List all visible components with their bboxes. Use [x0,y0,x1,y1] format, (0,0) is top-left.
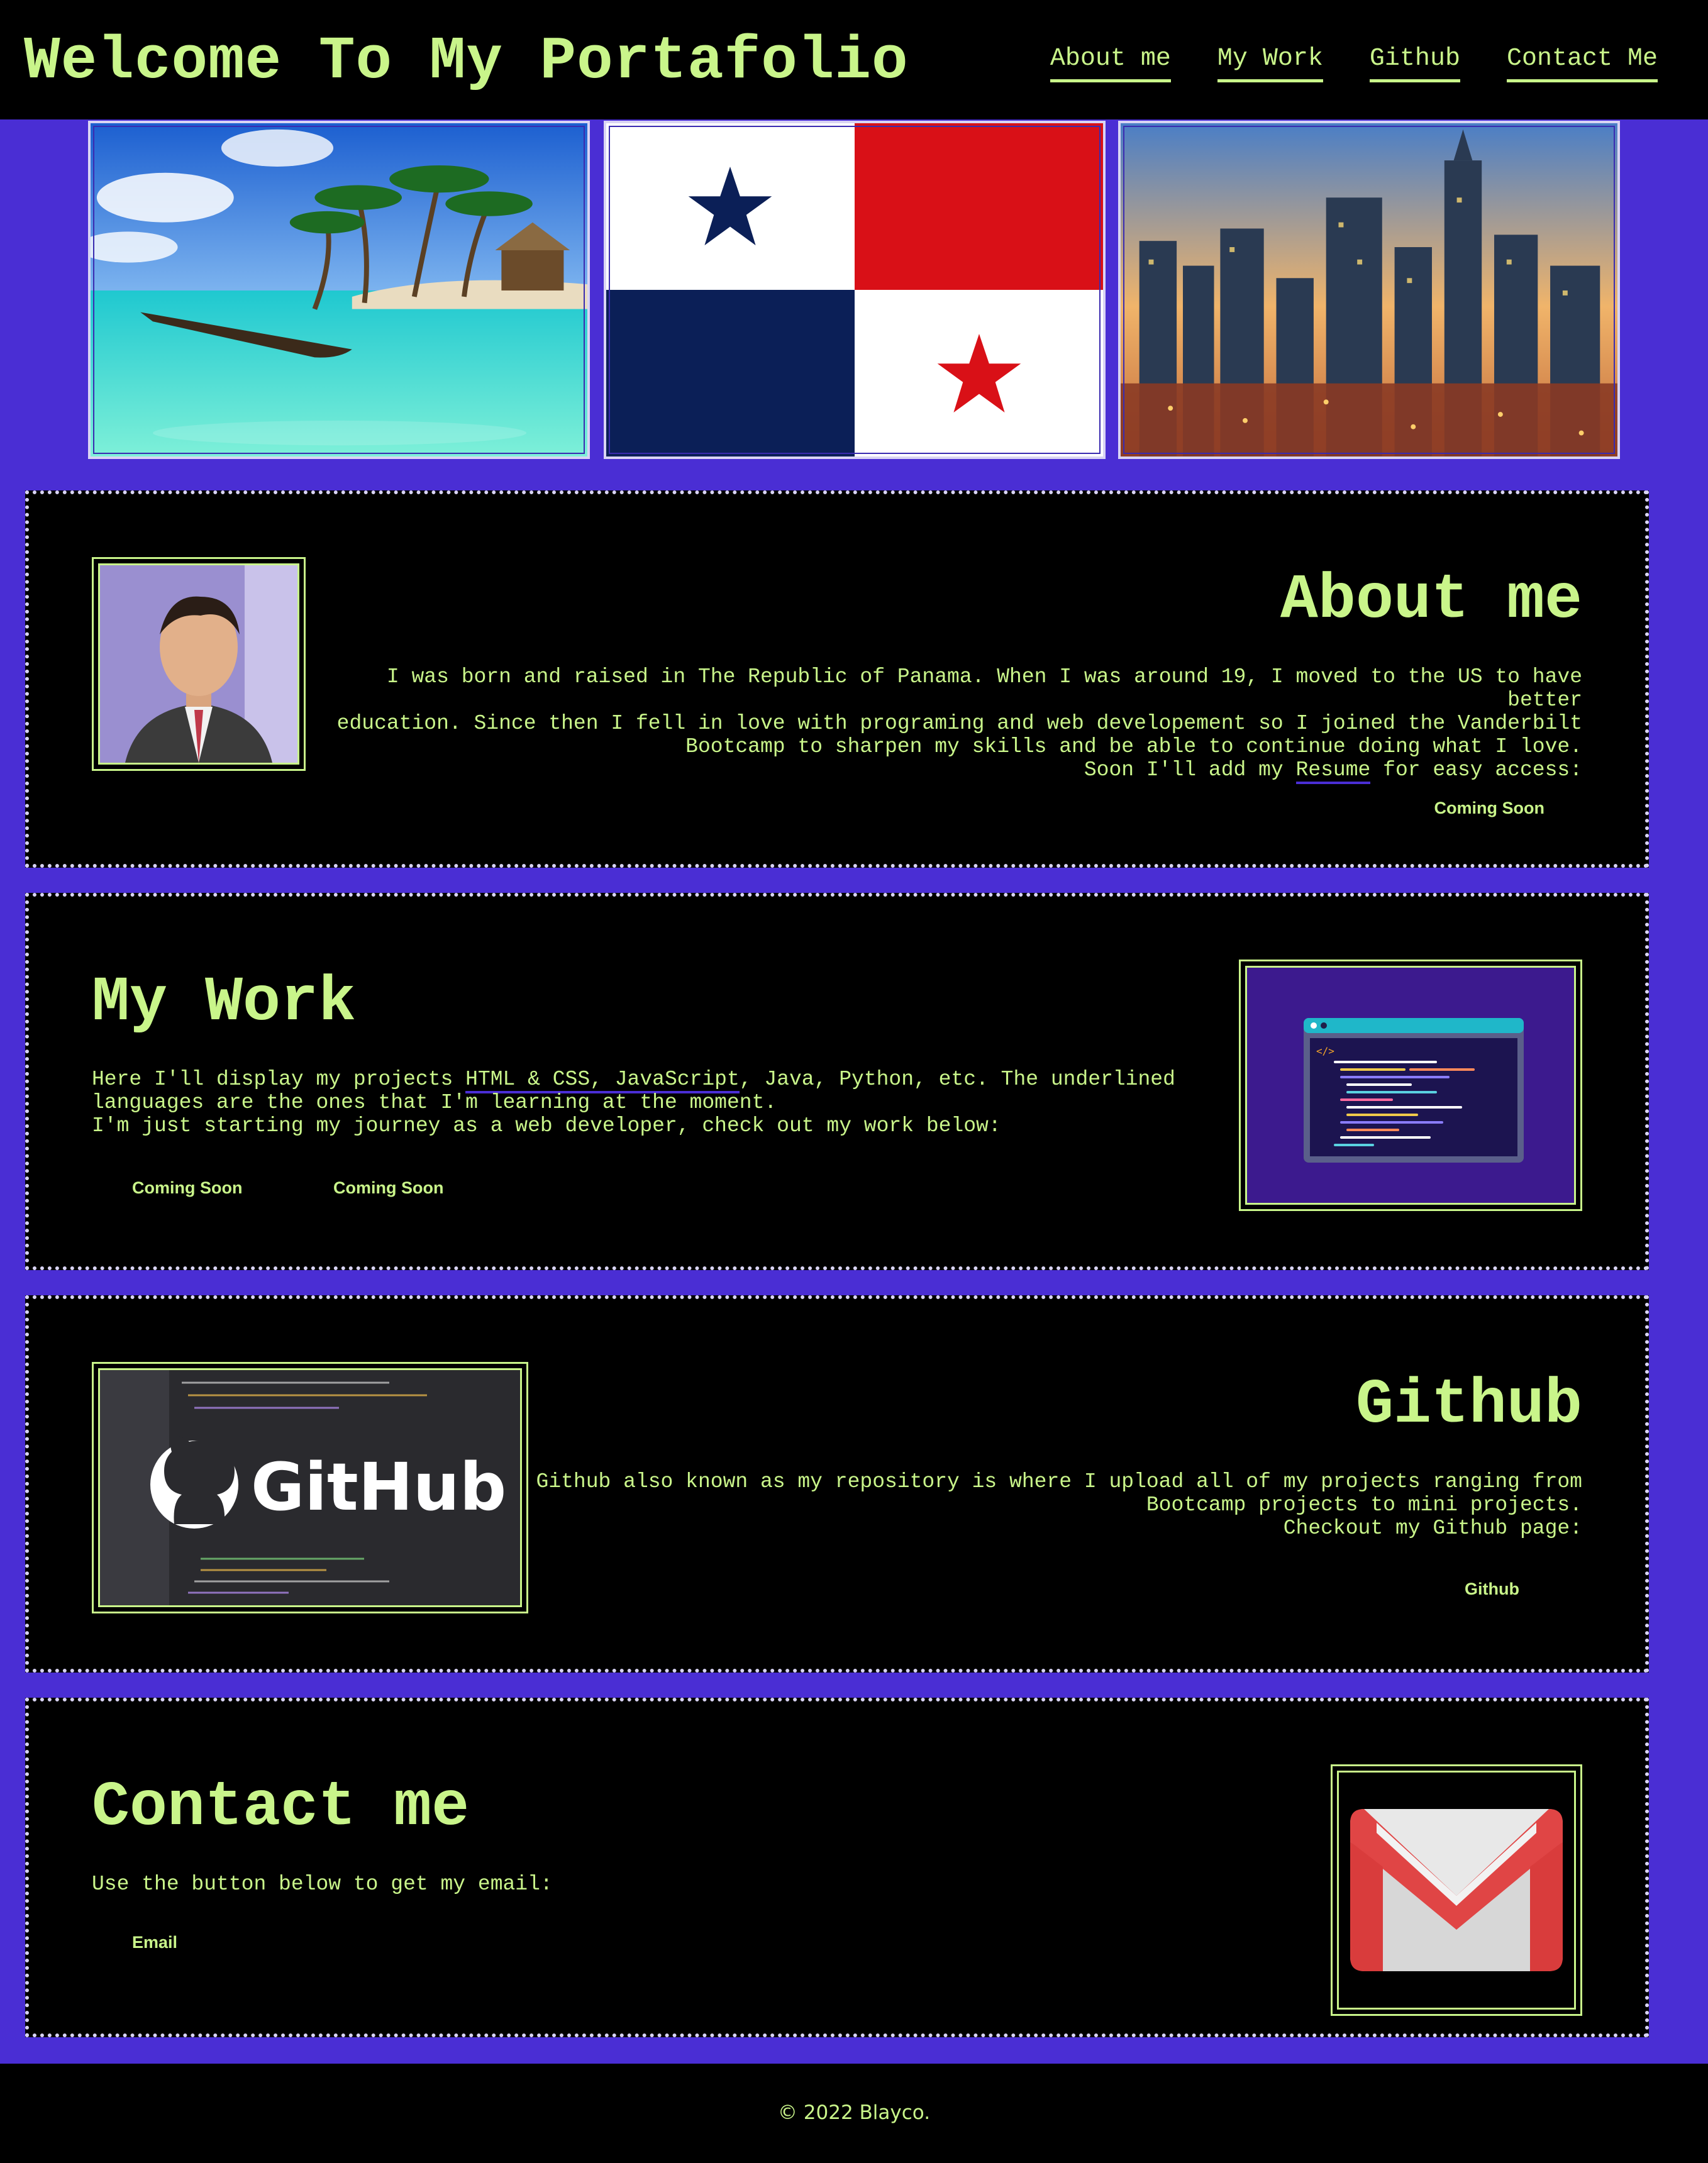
profile-photo-frame [92,557,306,771]
about-heading: About me [1280,565,1582,636]
project-2-button[interactable]: Coming Soon [333,1177,443,1198]
work-line-1-post: , Java, Python, etc. The underlined [739,1068,1175,1091]
contact-paragraph: Use the button below to get my email: [92,1873,972,1896]
site-title: Welcome To My Portafolio [24,27,909,96]
code-editor-image-frame: </> [1239,960,1582,1211]
about-line-4-post: for easy access: [1370,758,1582,782]
gmail-icon [1337,1771,1576,2010]
main-nav: About me My Work Github Contact Me [1050,39,1658,82]
github-button[interactable]: Github [1465,1578,1519,1600]
contact-line-1: Use the button below to get my email: [92,1873,553,1896]
github-image-frame: GitHub [92,1362,528,1613]
languages-link[interactable]: HTML & CSS, JavaScript [465,1068,740,1093]
code-editor-image: </> [1245,966,1576,1205]
gmail-image-frame [1331,1764,1582,2016]
copyright-text: © 2022 Blayco. [777,2101,931,2124]
github-paragraph: Github also known as my repository is wh… [513,1470,1582,1540]
work-line-2: languages are the ones that I'm learning… [92,1091,777,1114]
github-section: GitHub Github Github also known as my re… [25,1295,1649,1673]
github-image: GitHub [98,1368,522,1607]
resume-coming-soon-button[interactable]: Coming Soon [1434,797,1544,819]
about-section: About me I was born and raised in The Re… [25,490,1649,868]
panama-flag-image [604,121,1106,459]
contact-heading: Contact me [92,1773,470,1844]
project-1-button[interactable]: Coming Soon [132,1177,242,1198]
contact-section: Contact me Use the button below to get m… [25,1698,1649,2037]
work-section: My Work Here I'll display my projects HT… [25,893,1649,1270]
email-button[interactable]: Email [132,1932,177,1953]
github-heading: Github [1355,1370,1582,1441]
nav-github[interactable]: Github [1369,39,1460,82]
github-line-1: Github also known as my repository is wh… [536,1470,1582,1493]
city-skyline-image [1118,121,1620,459]
github-line-2: Bootcamp projects to mini projects. [1146,1493,1582,1517]
nav-contact-me[interactable]: Contact Me [1506,39,1658,82]
work-heading: My Work [92,968,357,1039]
resume-link[interactable]: Resume [1295,758,1371,784]
about-line-2: education. Since then I fell in love wit… [336,712,1582,735]
github-logo-text: GitHub [251,1449,506,1525]
about-line-3: Bootcamp to sharpen my skills and be abl… [685,735,1582,758]
nav-my-work[interactable]: My Work [1217,39,1323,82]
work-paragraph: Here I'll display my projects HTML & CSS… [92,1068,1224,1137]
about-line-4-pre: Soon I'll add my [1084,758,1296,782]
work-line-1-pre: Here I'll display my projects [92,1068,466,1091]
about-paragraph: I was born and raised in The Republic of… [324,665,1582,784]
github-line-3: Checkout my Github page: [1283,1517,1582,1540]
work-line-3: I'm just starting my journey as a web de… [92,1114,1001,1137]
site-footer: © 2022 Blayco. [0,2064,1708,2163]
beach-image [88,121,590,459]
nav-about-me[interactable]: About me [1050,39,1171,82]
about-line-1: I was born and raised in The Republic of… [386,665,1582,712]
svg-text:</>: </> [1316,1045,1334,1057]
profile-photo [98,563,299,765]
site-header: Welcome To My Portafolio About me My Wor… [0,0,1708,119]
